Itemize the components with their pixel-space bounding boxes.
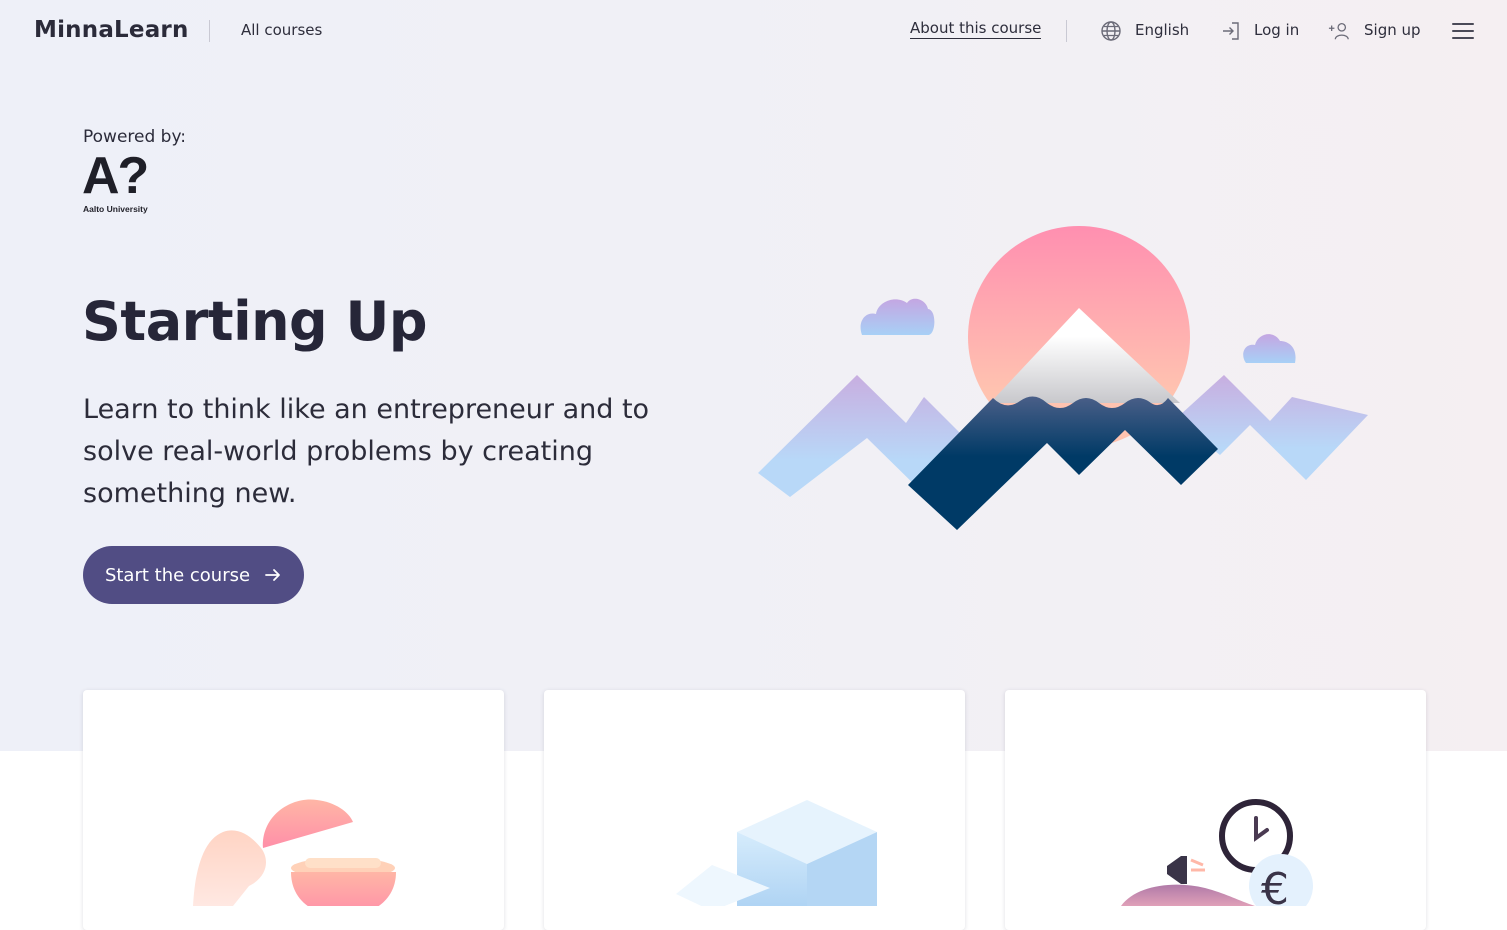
login-icon[interactable] — [1220, 20, 1242, 42]
header-divider — [209, 20, 210, 42]
megaphone-sound — [1190, 858, 1205, 872]
login-link[interactable]: Log in — [1254, 21, 1299, 39]
jar-body — [291, 872, 396, 906]
start-course-button[interactable]: Start the course — [83, 546, 304, 604]
dark-mountain — [908, 396, 1218, 530]
powered-by-label: Powered by: — [83, 127, 187, 147]
start-course-label: Start the course — [104, 564, 251, 586]
arrow-right-icon — [265, 569, 280, 581]
jar-cream — [305, 858, 381, 868]
about-course-link[interactable]: About this course — [910, 19, 1042, 39]
course-card[interactable]: € — [1005, 690, 1426, 930]
aalto-logo-name: Aalto University — [83, 204, 148, 214]
globe-icon[interactable] — [1100, 20, 1122, 42]
aalto-logo: A? — [82, 147, 149, 205]
time-money-illustration: € — [1121, 799, 1313, 906]
minnalearn-logo[interactable]: MinnaLearn — [34, 17, 189, 43]
all-courses-link[interactable]: All courses — [241, 21, 322, 39]
mountain-sun-illustration — [758, 226, 1368, 530]
course-description: Learn to think like an entrepreneur and … — [83, 394, 650, 509]
menu-bar — [1452, 30, 1474, 32]
right-mountains — [1180, 375, 1368, 480]
course-card[interactable] — [544, 690, 965, 930]
top-navigation: MinnaLearn All courses About this course… — [0, 0, 1507, 62]
menu-bar — [1452, 37, 1474, 39]
header-divider — [1066, 20, 1067, 42]
signup-link[interactable]: Sign up — [1364, 21, 1421, 39]
clock-hands — [1254, 816, 1269, 842]
megaphone-icon — [1167, 856, 1187, 884]
language-selector[interactable]: English — [1135, 21, 1189, 39]
course-card[interactable] — [83, 690, 504, 930]
cloud-right — [1243, 334, 1296, 363]
jar-lid — [262, 799, 353, 848]
cubes-illustration — [676, 800, 877, 906]
euro-icon: € — [1261, 864, 1289, 906]
add-user-icon[interactable] — [1328, 20, 1350, 42]
hand-shape — [193, 830, 266, 906]
jar-illustration — [193, 799, 396, 906]
menu-bar — [1452, 23, 1474, 25]
menu-icon[interactable] — [1452, 23, 1474, 39]
hill-shape — [1121, 884, 1255, 906]
cloud-left — [860, 298, 935, 335]
course-title: Starting Up — [82, 290, 428, 353]
